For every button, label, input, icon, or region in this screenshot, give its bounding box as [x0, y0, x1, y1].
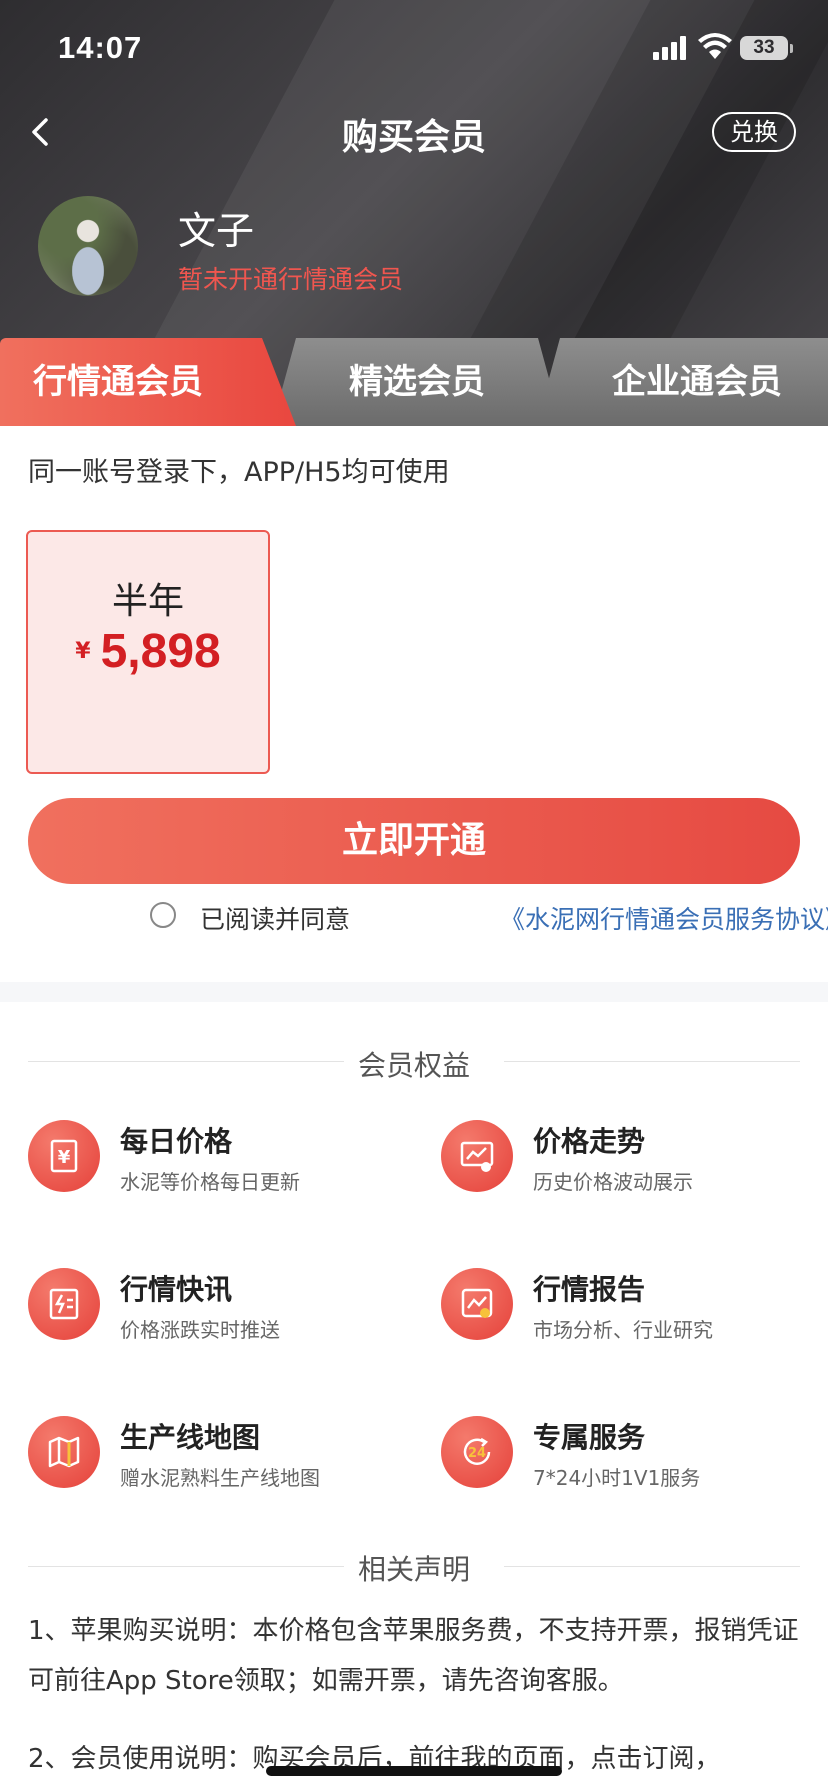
daily-price-icon: ¥ — [28, 1120, 100, 1192]
benefit-item: 行情报告 市场分析、行业研究 — [441, 1268, 821, 1368]
benefit-subtitle: 历史价格波动展示 — [533, 1170, 693, 1194]
agreement-checkbox[interactable] — [150, 902, 176, 928]
battery-tip — [790, 44, 793, 53]
avatar[interactable] — [38, 196, 138, 296]
benefit-title: 价格走势 — [533, 1125, 646, 1158]
svg-text:24: 24 — [468, 1446, 486, 1461]
market-news-icon — [28, 1268, 100, 1340]
battery-icon: 33 — [740, 36, 788, 60]
page-title: 购买会员 — [341, 117, 486, 158]
benefit-title: 每日价格 — [120, 1125, 233, 1158]
benefit-subtitle: 价格涨跌实时推送 — [120, 1318, 280, 1342]
tab-market-membership[interactable]: 行情通会员 — [0, 338, 296, 426]
benefit-title: 行情报告 — [533, 1273, 646, 1306]
service-24-icon: 24 — [441, 1416, 513, 1488]
open-membership-button[interactable]: 立即开通 — [28, 798, 800, 884]
notice-item: 1、苹果购买说明：本价格包含苹果服务费，不支持开票，报销凭证可前往App Sto… — [28, 1616, 799, 1696]
tab-label: 行情通会员 — [33, 362, 203, 402]
notice-item: 2、会员使用说明：购买会员后，前往我的页面，点击订阅， — [28, 1744, 721, 1774]
notice-title: 相关声明 — [357, 1553, 470, 1586]
tab-label: 精选会员 — [349, 362, 485, 402]
svg-text:¥: ¥ — [58, 1147, 71, 1168]
benefit-subtitle: 赠水泥熟料生产线地图 — [120, 1466, 320, 1490]
benefit-subtitle: 市场分析、行业研究 — [533, 1318, 713, 1342]
home-indicator — [266, 1766, 562, 1776]
signal-icon — [653, 36, 689, 60]
benefits-title: 会员权益 — [357, 1049, 470, 1082]
membership-status: 暂未开通行情通会员 — [178, 265, 404, 294]
benefit-subtitle: 水泥等价格每日更新 — [120, 1170, 300, 1194]
membership-tabs: 精选会员 企业通会员 行情通会员 — [0, 338, 828, 426]
benefit-item: 24 专属服务 7*24小时1V1服务 — [441, 1416, 821, 1516]
benefit-subtitle: 7*24小时1V1服务 — [533, 1466, 701, 1490]
divider-line — [504, 1566, 800, 1567]
redeem-button[interactable]: 兑换 — [712, 112, 796, 152]
plan-price: ¥5,898 — [28, 624, 268, 679]
plan-name: 半年 — [111, 581, 184, 622]
currency-symbol: ¥ — [75, 639, 91, 664]
price-amount: 5,898 — [100, 625, 221, 678]
status-time: 14:07 — [58, 30, 143, 65]
market-report-icon — [441, 1268, 513, 1340]
user-name: 文子 — [178, 209, 255, 253]
benefit-item: 价格走势 历史价格波动展示 — [441, 1120, 821, 1220]
price-trend-icon — [441, 1120, 513, 1192]
benefit-title: 生产线地图 — [120, 1421, 261, 1454]
divider-line — [504, 1061, 800, 1062]
agreement-text: 已阅读并同意 — [200, 905, 351, 934]
wifi-icon — [698, 33, 732, 59]
tab-enterprise-membership[interactable]: 企业通会员 — [536, 338, 828, 426]
benefit-item: 行情快讯 价格涨跌实时推送 — [28, 1268, 408, 1368]
benefit-item: ¥ 每日价格 水泥等价格每日更新 — [28, 1120, 408, 1220]
header-banner: 14:07 33 购买会员 兑换 文子 暂未开通行情通会员 精选会员 企业通会员… — [0, 0, 828, 426]
usage-description: 同一账号登录下，APP/H5均可使用 — [28, 457, 450, 488]
benefit-title: 专属服务 — [533, 1421, 646, 1454]
section-divider — [0, 982, 828, 1002]
tab-label: 企业通会员 — [612, 362, 782, 402]
benefit-item: 生产线地图 赠水泥熟料生产线地图 — [28, 1416, 408, 1516]
tab-selected-membership[interactable]: 精选会员 — [272, 338, 562, 426]
status-bar: 14:07 33 — [0, 0, 828, 96]
agreement-link[interactable]: 《水泥网行情通会员服务协议》 — [500, 900, 828, 936]
benefit-title: 行情快讯 — [120, 1273, 233, 1306]
plan-card-half-year[interactable]: 半年 ¥5,898 — [26, 530, 270, 774]
map-icon — [28, 1416, 100, 1488]
